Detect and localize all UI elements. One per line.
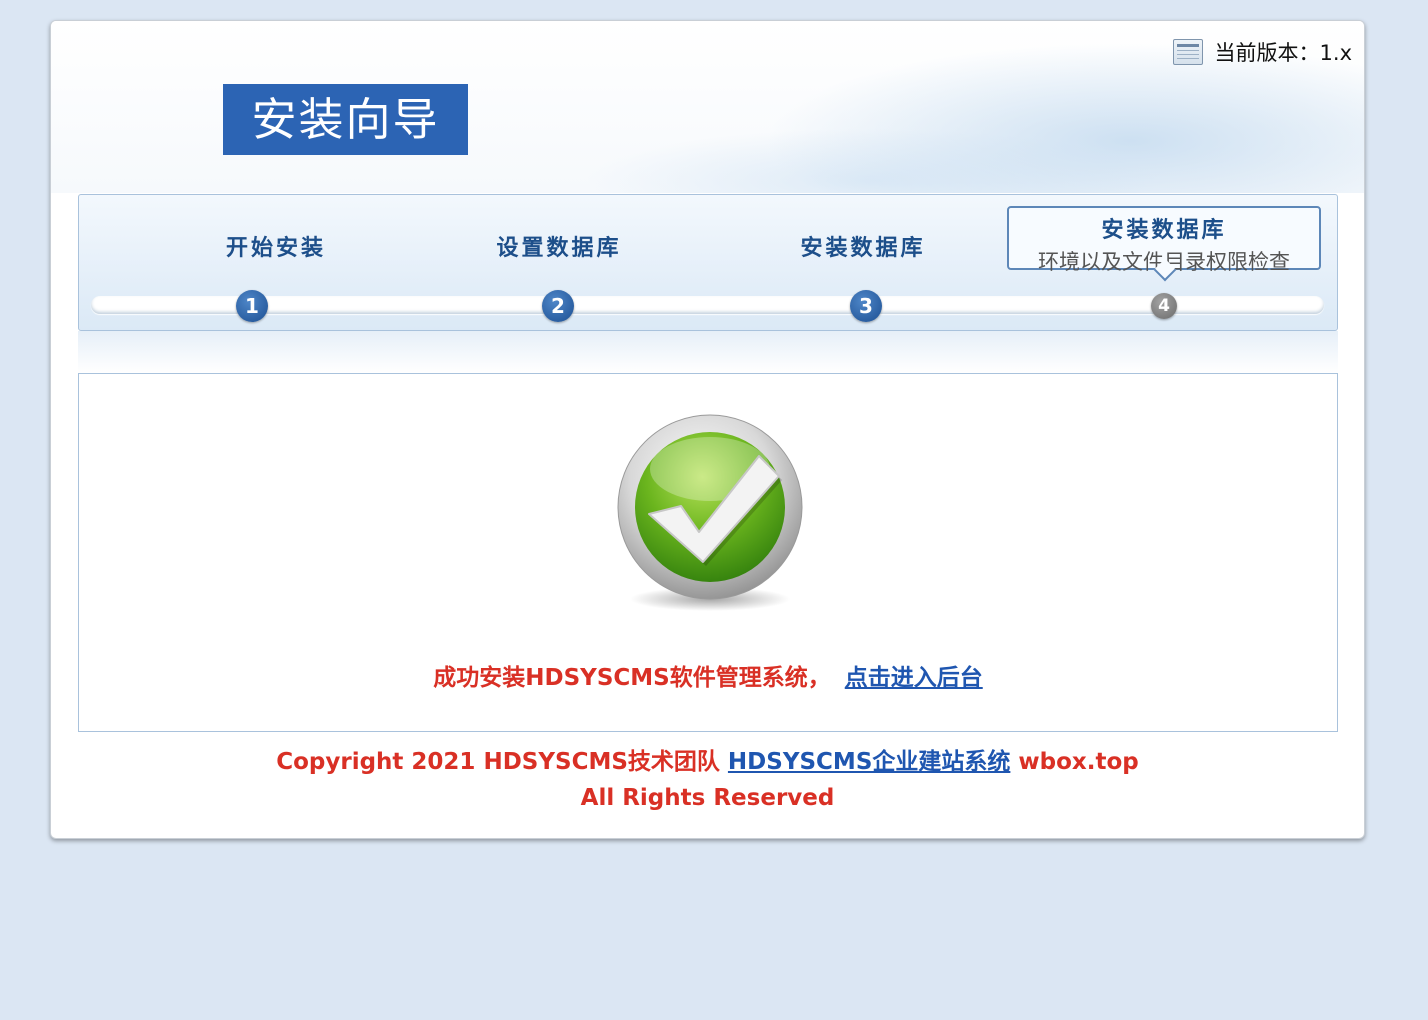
step-4-sublabel: 环境以及文件目录权限检查 (1038, 250, 1290, 274)
step-3-number: 3 (850, 290, 882, 322)
steps-shadow (78, 331, 1338, 373)
success-message: 成功安装HDSYSCMS软件管理系统， (433, 665, 831, 691)
install-steps: 开始安装 设置数据库 安装数据库 安装数据库 环境以及文件目录权限检查 1 2 … (78, 194, 1338, 331)
step-1-label: 开始安装 (225, 236, 326, 261)
rights-text: All Rights Reserved (580, 785, 835, 811)
domain-text: wbox.top (1018, 749, 1139, 775)
step-4-number: 4 (1151, 293, 1177, 319)
window-icon (1172, 39, 1203, 65)
version-label: 当前版本：1.x (1214, 41, 1352, 65)
step-4-active-box: 安装数据库 环境以及文件目录权限检查 (1007, 206, 1321, 274)
step-2-number: 2 (542, 290, 574, 322)
copyright-text: Copyright 2021 HDSYSCMS技术团队 (276, 749, 720, 775)
enter-admin-link[interactable]: 点击进入后台 (845, 665, 983, 691)
install-wizard-logo: 安装向导 (223, 84, 468, 155)
footer: Copyright 2021 HDSYSCMS技术团队 HDSYSCMS企业建站… (51, 744, 1364, 816)
step-3-label: 安装数据库 (800, 236, 926, 261)
step-2-label: 设置数据库 (496, 236, 622, 261)
step-1-number: 1 (236, 290, 268, 322)
cms-site-link[interactable]: HDSYSCMS企业建站系统 (728, 749, 1010, 775)
success-message-line: 成功安装HDSYSCMS软件管理系统， 点击进入后台 (79, 658, 1337, 692)
copyright-line: Copyright 2021 HDSYSCMS技术团队 HDSYSCMS企业建站… (51, 744, 1364, 780)
progress-track (91, 296, 1324, 314)
step-4-label: 安装数据库 (1101, 218, 1227, 243)
installer-panel: 安装向导 当前版本：1.x 开始安装 设置数据库 安装数据库 安装数据库 环境以… (50, 20, 1365, 839)
result-content: 成功安装HDSYSCMS软件管理系统， 点击进入后台 (78, 373, 1338, 732)
success-check-icon (617, 414, 803, 611)
version-info: 当前版本：1.x (1172, 37, 1352, 67)
